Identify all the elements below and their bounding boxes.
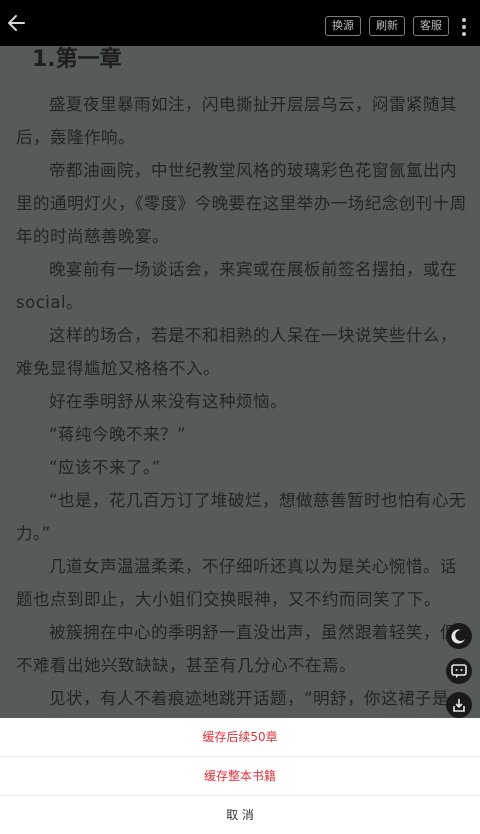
paragraph: 见状，有人不着痕迹地跳开话题，“明舒，你这裙子是 bbox=[49, 689, 450, 708]
paragraph: “蒋纯今晚不来？” bbox=[49, 425, 187, 444]
chapter-title: 1.第一章 bbox=[32, 47, 122, 72]
chapter-content: 盛夏夜里暴雨如注，闪电撕扯开层层乌云，闷雷紧随其后，轰隆作响。 帝都油画院，中世… bbox=[16, 88, 468, 715]
download-icon[interactable] bbox=[446, 692, 472, 718]
paragraph: 好在季明舒从来没有这种烦恼。 bbox=[49, 392, 287, 411]
back-arrow-icon[interactable] bbox=[4, 12, 30, 34]
paragraph: “应该不来了。” bbox=[49, 458, 161, 477]
paragraph: 这样的场合，若是不和相熟的人呆在一块说笑些什么，难免显得尴尬又格格不入。 bbox=[16, 326, 457, 378]
paragraph: 几道女声温温柔柔，不仔细听还真以为是关心惋惜。话题也点到即止，大小姐们交换眼神，… bbox=[16, 557, 457, 609]
more-vertical-icon[interactable] bbox=[458, 18, 470, 38]
paragraph: 帝都油画院，中世纪教堂风格的玻璃彩色花窗氤氲出内里的通明灯火，《零度》今晚要在这… bbox=[16, 161, 467, 246]
paragraph: “也是，花几百万订了堆破烂，想做慈善暂时也怕有心无力。” bbox=[16, 491, 467, 543]
chat-bubble-icon[interactable] bbox=[446, 658, 472, 684]
refresh-button[interactable]: 刷新 bbox=[369, 16, 405, 36]
cache-action-sheet: 缓存后续50章 缓存整本书籍 取 消 bbox=[0, 718, 480, 834]
top-toolbar: 换源 刷新 客服 bbox=[0, 0, 480, 46]
paragraph: 被簇拥在中心的季明舒一直没出声，虽然跟着轻笑，但不难看出她兴致缺缺，甚至有几分心… bbox=[16, 623, 457, 675]
moon-icon[interactable] bbox=[446, 623, 472, 649]
cache-next-50-chapters-button[interactable]: 缓存后续50章 bbox=[0, 718, 480, 757]
customer-service-button[interactable]: 客服 bbox=[413, 16, 449, 36]
change-source-button[interactable]: 换源 bbox=[325, 16, 361, 36]
cancel-button[interactable]: 取 消 bbox=[0, 796, 480, 834]
paragraph: 盛夏夜里暴雨如注，闪电撕扯开层层乌云，闷雷紧随其后，轰隆作响。 bbox=[16, 95, 457, 147]
paragraph: 晚宴前有一场谈话会，来宾或在展板前签名摆拍，或在social。 bbox=[16, 260, 457, 312]
cache-whole-book-button[interactable]: 缓存整本书籍 bbox=[0, 757, 480, 796]
